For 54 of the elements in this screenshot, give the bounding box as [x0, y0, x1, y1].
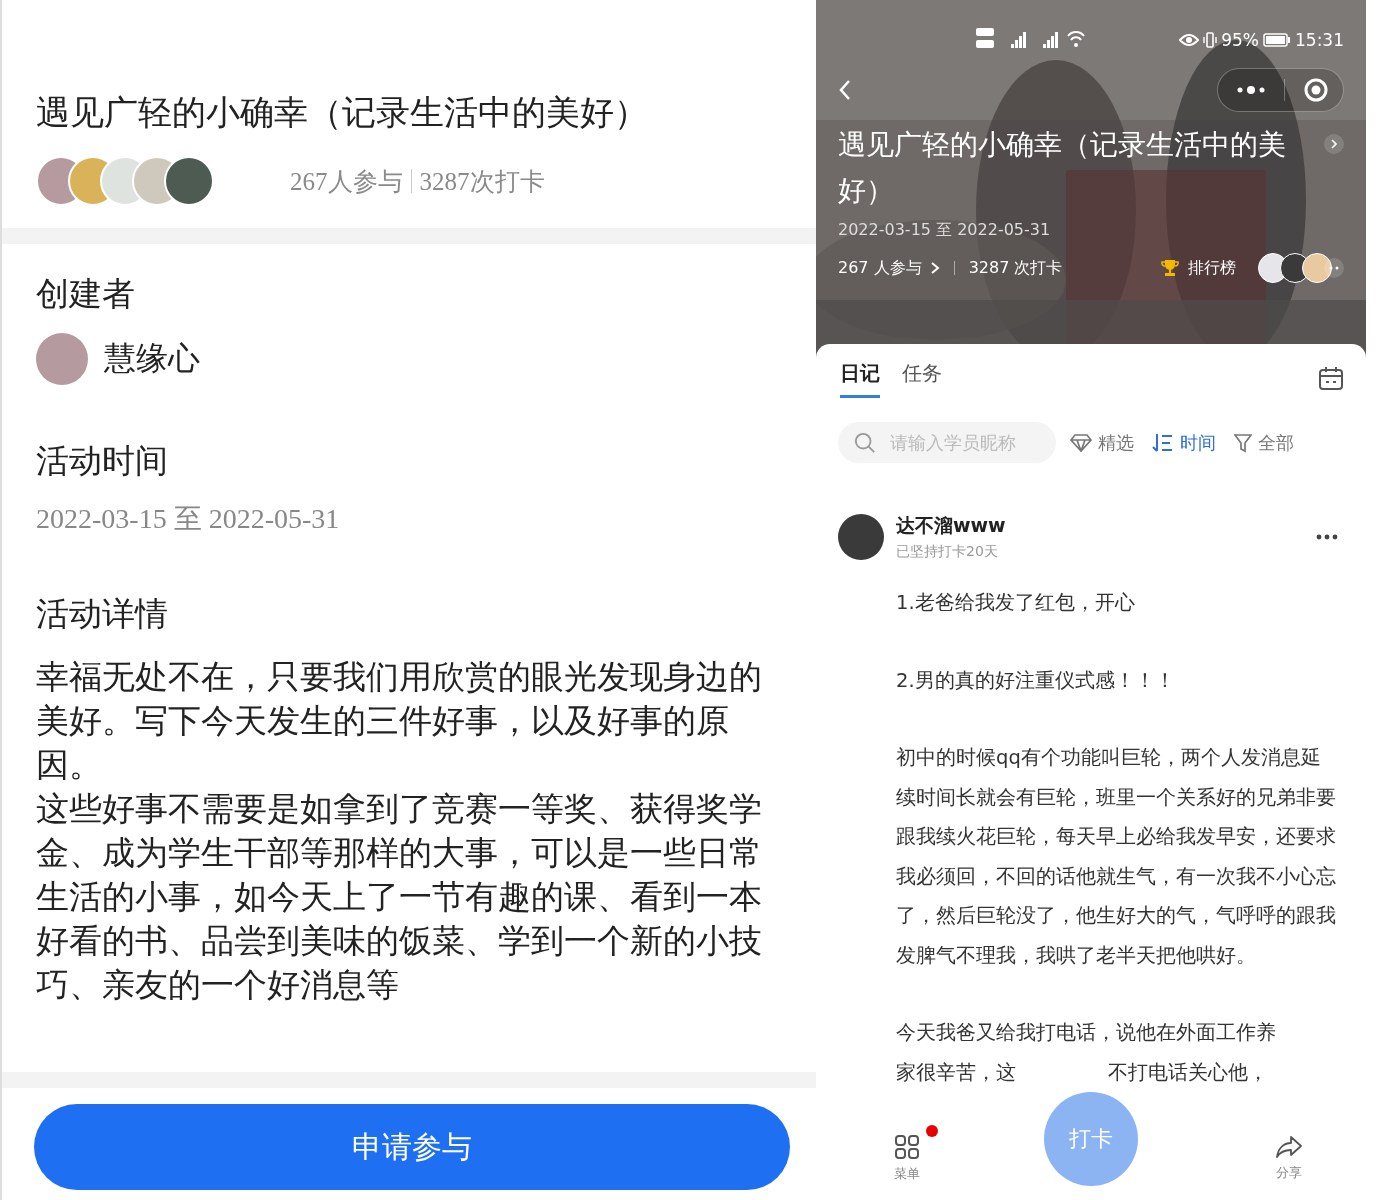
- battery-icon: [1263, 33, 1291, 47]
- post-paragraph: 1.老爸给我发了红包，开心: [896, 590, 1136, 616]
- avatar: [36, 333, 88, 385]
- activity-title: 遇见广轻的小确幸（记录生活中的美好）: [36, 91, 649, 134]
- chevron-icon[interactable]: [929, 261, 940, 275]
- share-icon: [1276, 1136, 1302, 1158]
- section-heading: 活动时间: [36, 440, 169, 482]
- diamond-icon: [1070, 433, 1092, 452]
- filter-button[interactable]: 精选: [1066, 430, 1138, 455]
- post-text-fragment: 不打电话关心他，: [1108, 1059, 1268, 1086]
- funnel-icon: [1234, 432, 1252, 453]
- vibrate-icon: [1203, 32, 1218, 48]
- filter-button[interactable]: 时间: [1148, 430, 1220, 455]
- trophy-icon: [1160, 258, 1180, 278]
- streak-label: 已坚持打卡20天: [896, 543, 999, 561]
- grid-icon: [895, 1135, 919, 1159]
- more-icon[interactable]: [1324, 258, 1344, 278]
- back-icon[interactable]: [838, 78, 852, 102]
- clock: 15:31: [1295, 30, 1344, 50]
- battery-level: 95%: [1221, 30, 1259, 50]
- sort-icon: [1152, 432, 1174, 453]
- date-range: 2022-03-15 至 2022-05-31: [36, 502, 341, 536]
- tab[interactable]: 任务: [902, 360, 942, 398]
- more-icon[interactable]: [1236, 85, 1266, 95]
- avatar: [838, 514, 884, 560]
- checkin-count: 3287次打卡: [419, 166, 545, 197]
- more-icon[interactable]: [1316, 534, 1338, 540]
- participant-count[interactable]: 267 人参与: [838, 257, 922, 279]
- post-paragraph: 初中的时候qq有个功能叫巨轮，两个人发消息延续时间长就会有巨轮，班里一个关系好的兄弟非要跟我续火花巨轮，每天早上必给我发早安，还要求我必须回，不回的话他就生气，有一次我不小心忘了，然后巨轮没了，他生好大的气，气呼呼的跟我发脾气不理我，我哄了老半天把他哄好。: [896, 745, 1337, 969]
- search-icon: [854, 432, 876, 454]
- author-name: 达不溜www: [896, 513, 1007, 538]
- section-heading: 活动详情: [36, 593, 169, 635]
- checkin-count: 3287 次打卡: [968, 257, 1063, 279]
- post-text-fragment: 家很辛苦，这: [896, 1059, 1016, 1086]
- creator-name: 慧缘心: [104, 338, 200, 379]
- section-heading: 创建者: [36, 273, 136, 315]
- ranking-link[interactable]: 排行榜: [1188, 257, 1236, 279]
- eye-icon: [1179, 33, 1200, 47]
- calendar-icon[interactable]: [1318, 366, 1344, 392]
- menu-button[interactable]: 菜单: [894, 1135, 920, 1183]
- search-field[interactable]: 请输入学员昵称: [838, 422, 1056, 463]
- filter-button[interactable]: 全部: [1230, 430, 1298, 455]
- share-button[interactable]: 分享: [1276, 1136, 1302, 1182]
- activity-title: 遇见广轻的小确幸（记录生活中的美好）: [838, 127, 1287, 209]
- detail-paragraph: 幸福无处不在，只要我们用欣赏的眼光发现身边的美好。写下今天发生的三件好事，以及好事的原因。: [36, 656, 763, 786]
- post-paragraph: 今天我爸又给我打电话，说他在外面工作养: [896, 1020, 1277, 1046]
- apply-button[interactable]: 申请参与: [34, 1104, 790, 1190]
- chevron-icon[interactable]: [1324, 134, 1344, 154]
- date-range: 2022-03-15 至 2022-05-31: [838, 220, 1052, 241]
- detail-paragraph: 这些好事不需要是如拿到了竞赛一等奖、获得奖学金、成为学生干部等那样的大事，可以是一些日常生活的小事，如今天上了一节有趣的课、看到一本好看的书、品尝到美味的饭菜、学到一个新的小技巧、亲友的一个好消息等: [36, 788, 763, 1006]
- close-icon[interactable]: [1303, 77, 1329, 103]
- post-paragraph: 2.男的真的好注重仪式感！！！: [896, 667, 1176, 694]
- participant-count: 267人参与: [290, 166, 403, 197]
- tab[interactable]: 日记: [840, 360, 880, 398]
